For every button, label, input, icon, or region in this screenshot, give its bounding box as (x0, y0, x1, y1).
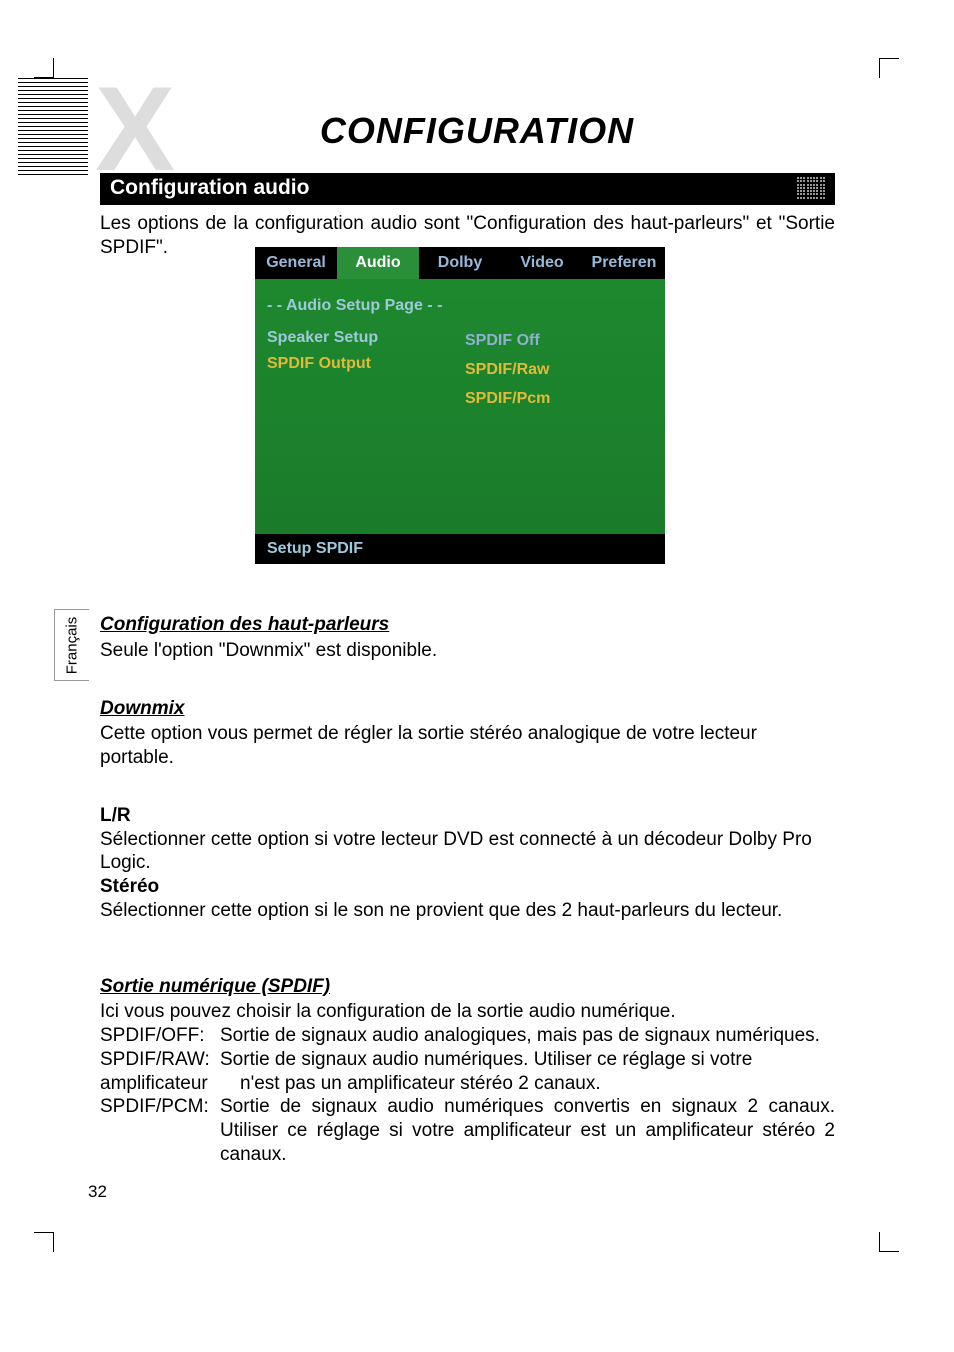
osd-menu-item: Speaker Setup (267, 329, 653, 347)
osd-tab: Audio (337, 247, 419, 279)
osd-tab: Preferen (583, 247, 665, 279)
osd-options-list: SPDIF Off SPDIF/Raw SPDIF/Pcm (465, 327, 550, 413)
paragraph: Seule l'option "Downmix" est disponible. (100, 639, 835, 663)
section-header-bar: Configuration audio (100, 173, 835, 205)
page-number: 32 (88, 1182, 107, 1202)
subsection-heading: Sortie numérique (SPDIF) (100, 975, 835, 999)
page-title: CONFIGURATION (0, 110, 954, 152)
paragraph: Cette option vous permet de régler la so… (100, 722, 835, 770)
option-heading: Stéréo (100, 876, 159, 897)
def-label: amplificateur (100, 1072, 220, 1096)
osd-option: SPDIF/Pcm (465, 385, 550, 414)
section-title: Configuration audio (110, 176, 309, 200)
osd-page-label: - - Audio Setup Page - - (267, 297, 653, 315)
option-heading: L/R (100, 805, 131, 826)
def-desc: n'est pas un amplificateur stéréo 2 cana… (220, 1072, 835, 1096)
osd-screenshot: General Audio Dolby Video Preferen - - A… (255, 247, 665, 564)
spdif-definitions: SPDIF/OFF: Sortie de signaux audio analo… (100, 1024, 835, 1167)
crop-mark (34, 58, 54, 78)
dotgrid-icon (797, 177, 825, 199)
osd-option: SPDIF/Raw (465, 356, 550, 385)
osd-menu-item: SPDIF Output (267, 355, 653, 373)
language-label: Français (64, 616, 81, 674)
def-desc: Sortie de signaux audio numériques. Util… (220, 1048, 835, 1072)
def-label: SPDIF/OFF: (100, 1024, 220, 1048)
osd-footer: Setup SPDIF (255, 534, 665, 564)
def-desc: Sortie de signaux audio analogiques, mai… (220, 1024, 835, 1048)
osd-tab: General (255, 247, 337, 279)
crop-mark (879, 58, 899, 78)
crop-mark (34, 1232, 54, 1252)
osd-tab: Dolby (419, 247, 501, 279)
paragraph: Sélectionner cette option si votre lecte… (100, 828, 835, 876)
osd-option: SPDIF Off (465, 327, 550, 356)
def-desc: Sortie de signaux audio numériques conve… (220, 1095, 835, 1166)
def-label: SPDIF/RAW: (100, 1048, 220, 1072)
def-label: SPDIF/PCM: (100, 1095, 220, 1166)
paragraph: Ici vous pouvez choisir la configuration… (100, 1000, 835, 1024)
subsection-heading: Configuration des haut-parleurs (100, 613, 835, 637)
crop-mark (879, 1232, 899, 1252)
language-tab: Français (54, 609, 89, 681)
osd-tab: Video (501, 247, 583, 279)
osd-tab-bar: General Audio Dolby Video Preferen (255, 247, 665, 279)
subsection-heading: Downmix (100, 697, 835, 721)
paragraph: Sélectionner cette option si le son ne p… (100, 899, 835, 923)
